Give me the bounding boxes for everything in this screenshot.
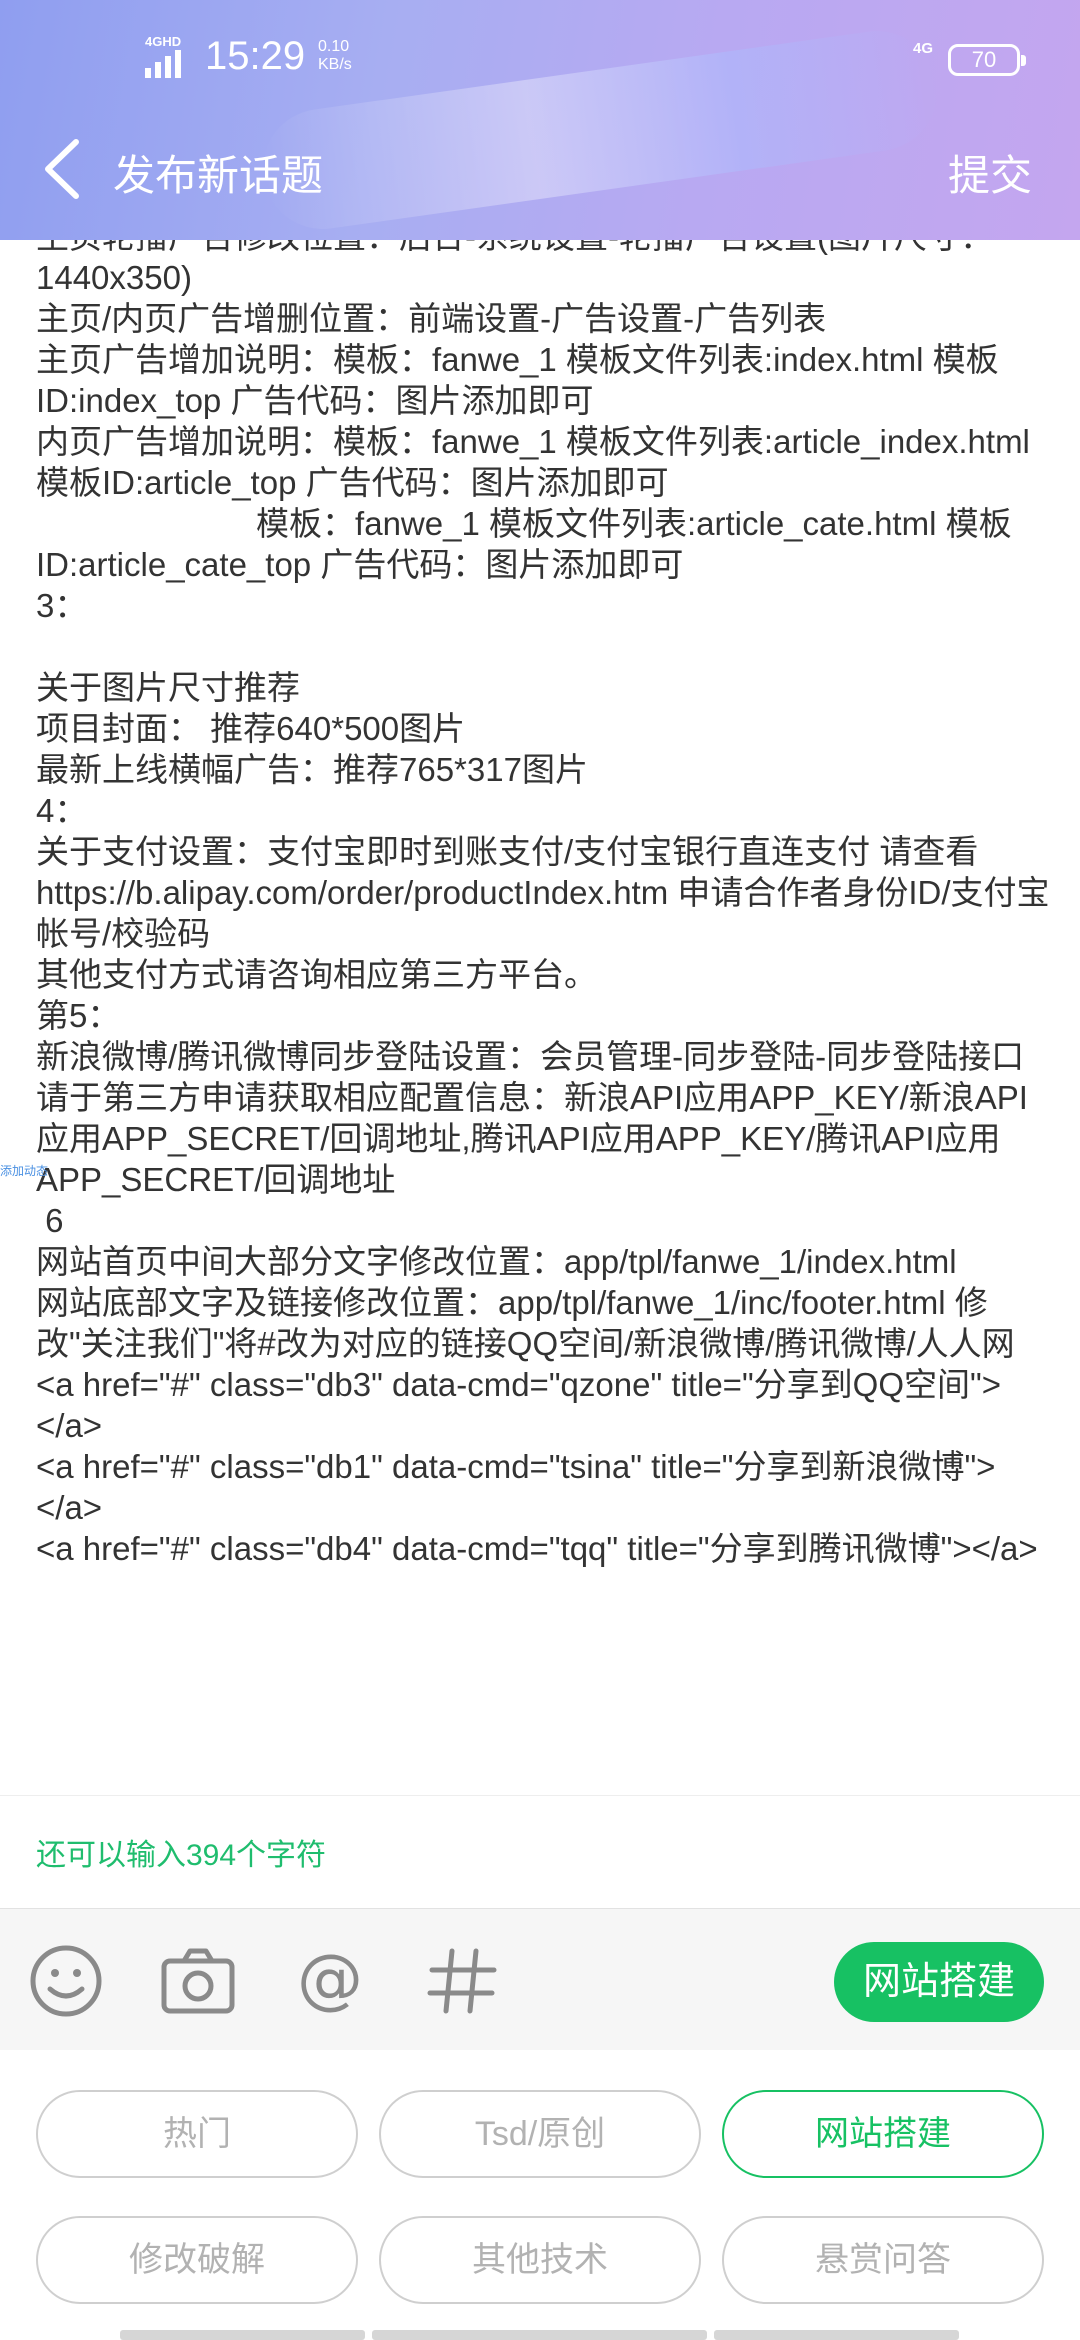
network-speed-unit: KB/s [318,56,352,73]
emoji-icon[interactable] [28,1943,104,2019]
svg-text:@: @ [297,1943,363,2017]
signal-left-icon: 4GHD [145,34,193,78]
network-speed-value: 0.10 [318,38,350,55]
at-icon[interactable]: @ [292,1943,368,2019]
signal-right-icon: 4G [913,40,934,57]
tag-bounty-qa[interactable]: 悬赏问答 [722,2216,1044,2304]
post-content-editor[interactable]: 主页轮播广告修改位置：后台-系统设置-轮播广告设置(图片尺寸：1440x350)… [0,240,1080,1795]
side-tag: 添加动态 [0,1164,49,1178]
post-content-text[interactable]: 主页轮播广告修改位置：后台-系统设置-轮播广告设置(图片尺寸：1440x350)… [36,240,1052,1569]
scroll-indicator [372,2330,707,2340]
status-bar: 4GHD 15:29 0.10 KB/s 4G 70 [0,30,1080,90]
tag-website-building[interactable]: 网站搭建 [722,2090,1044,2178]
network-type-left: 4GHD [145,34,182,49]
scroll-indicator [714,2330,959,2340]
nav-bar: 发布新话题 提交 [0,120,1080,220]
topic-tag-panel: 热门 Tsd/原创 网站搭建 修改破解 其他技术 悬赏问答 [0,2050,1080,2340]
hashtag-icon[interactable] [424,1943,500,2019]
page-title: 发布新话题 [113,152,324,199]
tag-other-tech[interactable]: 其他技术 [379,2216,701,2304]
char-counter-area: 还可以输入394个字符 [0,1795,1080,1907]
tag-hot[interactable]: 热门 [36,2090,358,2178]
composer-toolbar: @ 网站搭建 [0,1908,1080,2050]
header: 4GHD 15:29 0.10 KB/s 4G 70 发布新话题 提交 [0,0,1080,240]
status-time: 15:29 [205,34,306,78]
submit-button[interactable]: 提交 [948,142,1032,203]
tag-modify-crack[interactable]: 修改破解 [36,2216,358,2304]
tag-tsd-original[interactable]: Tsd/原创 [379,2090,701,2178]
network-speed: 0.10 KB/s [318,38,352,74]
selected-topic-button[interactable]: 网站搭建 [834,1942,1044,2022]
camera-icon[interactable] [160,1943,236,2019]
chevron-left-icon[interactable] [40,138,90,200]
scroll-indicator [120,2330,365,2340]
char-counter: 还可以输入394个字符 [36,1839,327,1872]
battery-icon: 70 [948,44,1026,76]
